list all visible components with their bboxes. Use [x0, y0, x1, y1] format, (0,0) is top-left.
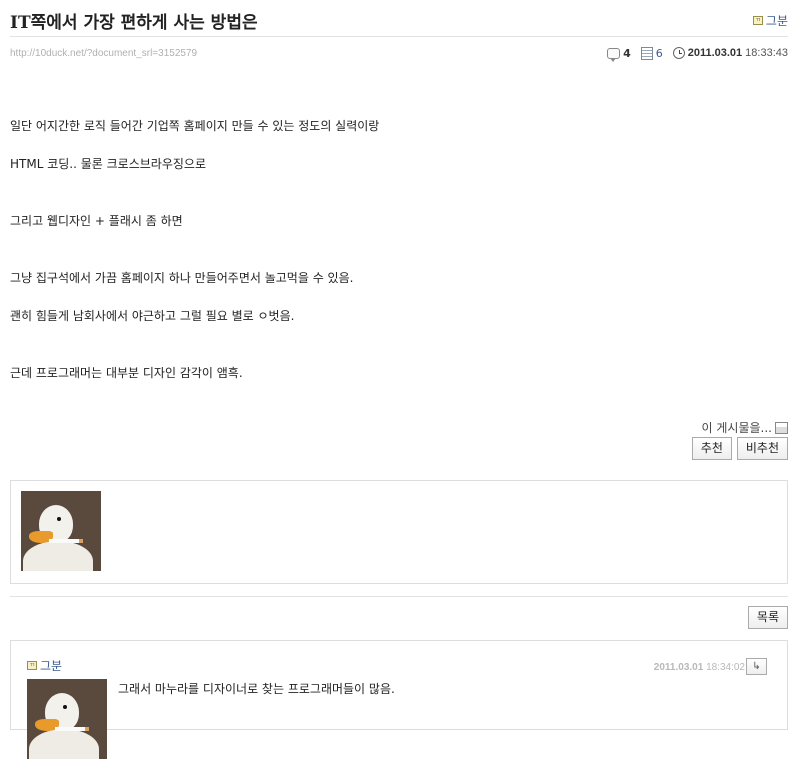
comment-count: 4: [623, 46, 631, 60]
not-recommend-button[interactable]: 비추천: [736, 437, 788, 460]
meta-row: http://10duck.net/?document_srl=3152579 …: [10, 44, 788, 62]
comment-icon: [607, 47, 621, 62]
post-page: IT쪽에서 가장 편하게 사는 방법은 ㄲ 그분 http://10duck.n…: [0, 0, 790, 759]
author-badge-icon: ㄲ: [27, 661, 37, 670]
content-line: HTML 코딩.. 물론 크로스브라우징으로: [10, 157, 206, 171]
recommend-button[interactable]: 추천: [691, 437, 732, 460]
print-icon[interactable]: [775, 421, 788, 434]
list-button[interactable]: 목록: [747, 606, 788, 629]
comment-datetime: 2011.03.01 18:34:02: [654, 662, 745, 673]
divider: [10, 596, 788, 597]
document-url[interactable]: http://10duck.net/?document_srl=3152579: [10, 48, 197, 59]
content-line: 그리고 웹디자인 + 플래시 좀 하면: [10, 214, 183, 228]
comment-text: 그래서 마누라를 디자이너로 찾는 프로그래머들이 많음.: [118, 682, 395, 696]
author-link[interactable]: ㄲ 그분: [752, 12, 788, 29]
content-line: 일단 어지간한 로직 들어간 기업쪽 홈페이지 만들 수 있는 정도의 실력이랑: [10, 119, 380, 133]
vote-label-text[interactable]: 이 게시물을...: [702, 419, 772, 436]
vote-buttons: 추천 비추천: [691, 437, 788, 460]
comment-item: ㄲ 그분 2011.03.01 18:34:02 ↳ 그래서 마누라를 디자이너…: [10, 640, 788, 759]
views-icon: [640, 46, 653, 60]
view-count-item: 6: [640, 46, 663, 60]
comment-avatar: [27, 679, 107, 759]
reply-icon[interactable]: ↳: [746, 658, 767, 675]
post-date: 2011.03.01: [687, 47, 743, 59]
post-meta: 4 6 2011.03.01 18:33:43: [607, 46, 788, 62]
post-time: 18:33:43: [745, 47, 788, 59]
signature-box: [10, 480, 788, 584]
comment-time: 18:34:02: [706, 662, 745, 673]
clock-icon: [672, 47, 685, 59]
comment-count-item: 4: [607, 46, 631, 62]
divider: [10, 36, 788, 37]
comment-author[interactable]: 그분: [40, 657, 62, 674]
signature-image: [21, 491, 101, 571]
comment-date: 2011.03.01: [653, 662, 704, 673]
post-title: IT쪽에서 가장 편하게 사는 방법은: [10, 12, 258, 33]
content-line: 그냥 집구석에서 가끔 홈페이지 하나 만들어주면서 놀고먹을 수 있음.: [10, 271, 354, 285]
post-datetime: 2011.03.01 18:33:43: [672, 47, 788, 59]
title-row: IT쪽에서 가장 편하게 사는 방법은 ㄲ 그분: [10, 6, 788, 34]
view-count: 6: [655, 46, 663, 60]
content-line: 근데 프로그래머는 대부분 디자인 감각이 앰흑.: [10, 366, 243, 380]
comment-author-link[interactable]: ㄲ 그분: [27, 657, 62, 674]
vote-label[interactable]: 이 게시물을...: [702, 419, 788, 436]
author-name[interactable]: 그분: [766, 12, 788, 29]
content-line: 괜히 힘들게 남회사에서 야근하고 그럴 필요 별로 ㅇ벗음.: [10, 309, 295, 323]
author-badge-icon: ㄲ: [752, 15, 763, 25]
